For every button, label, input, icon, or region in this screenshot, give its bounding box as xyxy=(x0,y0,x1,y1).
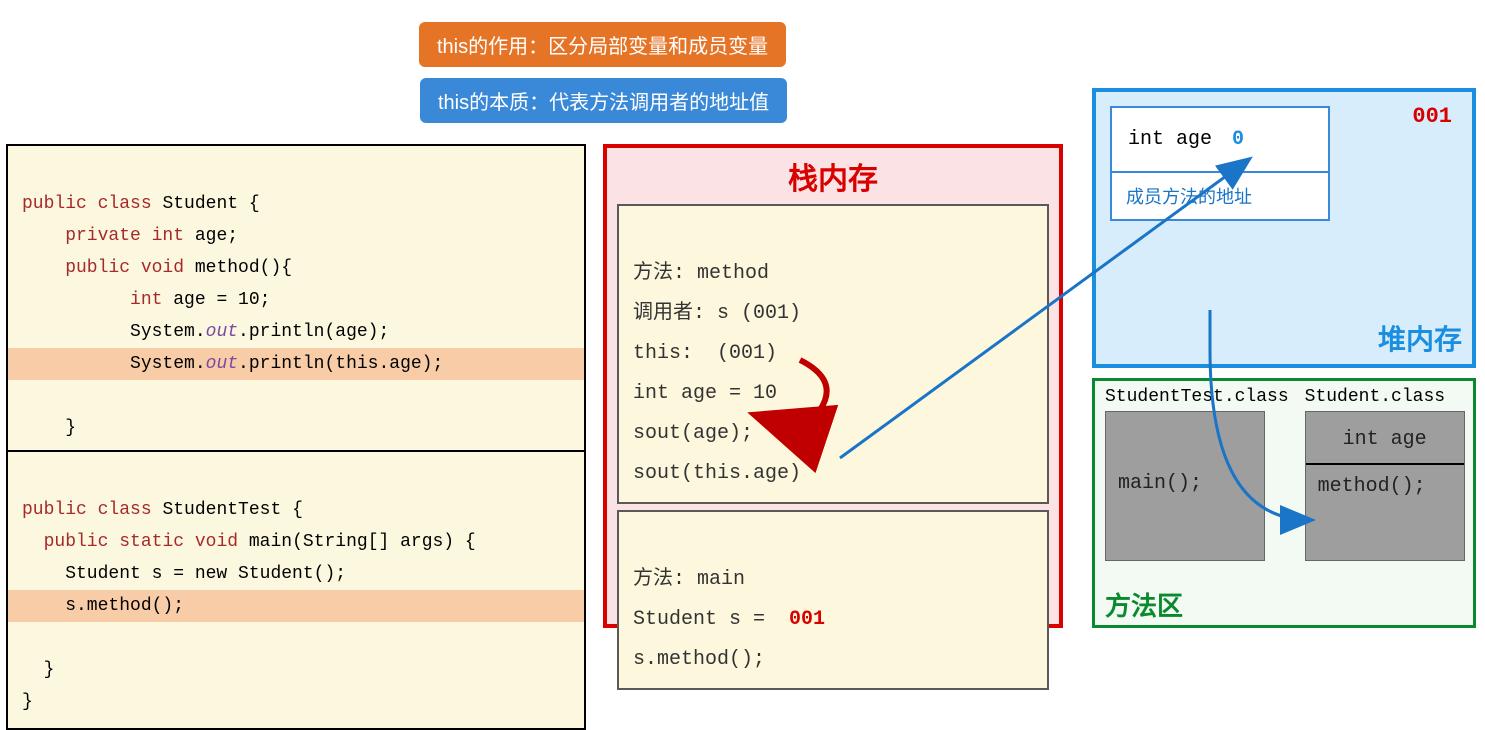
stack-memory: 栈内存 方法: method 调用者: s (001) this: (001) … xyxy=(603,144,1063,628)
stack-frame-method: 方法: method 调用者: s (001) this: (001) int … xyxy=(617,204,1049,504)
code-student-test: public class StudentTest { public static… xyxy=(6,450,586,730)
heap-memory: 001 int age0 成员方法的地址 堆内存 xyxy=(1092,88,1476,368)
heap-method-addr: 成员方法的地址 xyxy=(1112,173,1328,219)
stack-frame-main: 方法: main Student s = 001 s.method(); xyxy=(617,510,1049,690)
banner-this-essence: this的本质：代表方法调用者的地址值 xyxy=(420,78,787,123)
banner-this-purpose: this的作用：区分局部变量和成员变量 xyxy=(419,22,786,67)
highlight-this-age: System.out.println(this.age); xyxy=(8,348,584,380)
class-student-test: StudentTest.class main(); xyxy=(1105,387,1289,561)
code-student: public class Student { private int age; … xyxy=(6,144,586,488)
heap-label: 堆内存 xyxy=(1378,318,1462,358)
method-area: StudentTest.class main(); Student.class … xyxy=(1092,378,1476,628)
heap-object: int age0 成员方法的地址 xyxy=(1110,106,1330,221)
heap-field-age: int age0 xyxy=(1112,108,1328,173)
stack-title: 栈内存 xyxy=(617,154,1049,198)
class-student: Student.class int age method(); xyxy=(1305,387,1465,561)
method-area-label: 方法区 xyxy=(1105,586,1183,623)
heap-address: 001 xyxy=(1412,104,1452,129)
highlight-s-method: s.method(); xyxy=(8,590,584,622)
